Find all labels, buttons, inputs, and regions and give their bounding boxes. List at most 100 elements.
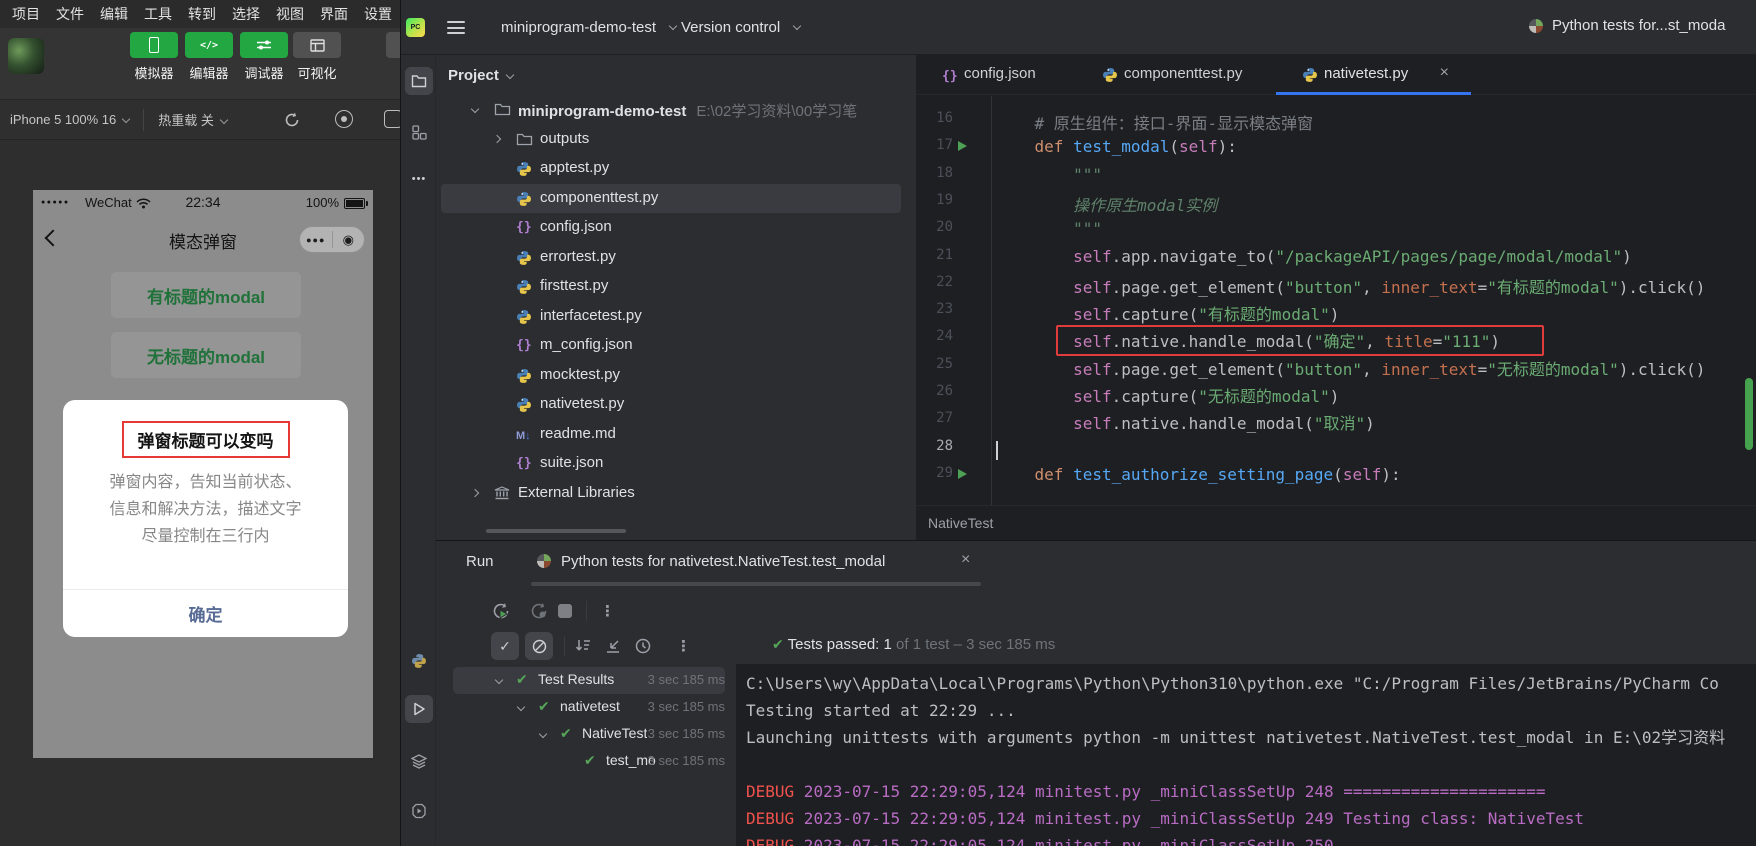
- vcs-widget[interactable]: Version control: [681, 19, 802, 36]
- run-toolwindow-button[interactable]: [405, 695, 433, 723]
- toolbar-button-partial[interactable]: [386, 32, 400, 58]
- tree-item-firsttest.py[interactable]: firsttest.py: [436, 272, 916, 301]
- toolbar-button-模拟器[interactable]: 模拟器: [130, 32, 178, 82]
- toolbar-button-编辑器[interactable]: </> 编辑器: [185, 32, 233, 82]
- modal-without-title-button[interactable]: 无标题的modal: [111, 332, 301, 378]
- show-passed-toggle[interactable]: ✓: [491, 632, 519, 660]
- code-token: .native.handle_modal(: [1111, 414, 1314, 434]
- code-token: ): [1622, 246, 1632, 266]
- more-toolwindows-button[interactable]: •••: [405, 165, 433, 193]
- menu-item-转到[interactable]: 转到: [188, 4, 216, 24]
- expand-collapse-icon[interactable]: [604, 637, 624, 657]
- editor-scrollbar-thumb[interactable]: [1745, 378, 1753, 450]
- more-icon[interactable]: ●●●: [300, 235, 332, 245]
- tree-item-suite.json[interactable]: {} suite.json: [436, 449, 916, 478]
- menu-item-编辑[interactable]: 编辑: [100, 4, 128, 24]
- tree-collapse-icon[interactable]: [470, 488, 480, 497]
- tree-item-label: nativetest.py: [540, 395, 625, 412]
- run-line-icon[interactable]: [958, 468, 967, 479]
- run-configuration-selector[interactable]: Python tests for...st_moda: [1528, 17, 1756, 34]
- menu-item-工具[interactable]: 工具: [144, 4, 172, 24]
- editor-tab-componenttest.py[interactable]: componenttest.py: [1076, 55, 1276, 95]
- capsule-menu[interactable]: ●●● ◉: [299, 226, 365, 253]
- menu-item-设置[interactable]: 设置: [364, 4, 392, 24]
- tree-item-config.json[interactable]: {} config.json: [436, 213, 916, 242]
- tree-item-miniprogram-demo-test[interactable]: miniprogram-demo-test E:\02学习资料\00学习笔: [436, 95, 916, 124]
- test-tree-item-NativeTest[interactable]: ✔ NativeTest 3 sec 185 ms: [436, 721, 766, 748]
- menu-item-选择[interactable]: 选择: [232, 4, 260, 24]
- run-tab-label[interactable]: Python tests for nativetest.NativeTest.t…: [561, 553, 885, 570]
- project-panel-header[interactable]: Project: [436, 55, 916, 95]
- hot-reload-selector[interactable]: 热重载 关: [158, 110, 229, 129]
- stop-button[interactable]: [558, 604, 572, 618]
- tree-item-interfacetest.py[interactable]: interfacetest.py: [436, 302, 916, 331]
- tree-item-errortest.py[interactable]: errortest.py: [436, 243, 916, 272]
- project-toolwindow-button[interactable]: [405, 67, 433, 95]
- profiler-toolwindow-button[interactable]: [405, 797, 433, 825]
- test-tree-item-nativetest[interactable]: ✔ nativetest 3 sec 185 ms: [436, 694, 766, 721]
- breadcrumb[interactable]: NativeTest: [916, 505, 1756, 540]
- toolbar-button-可视化[interactable]: 可视化: [293, 32, 341, 82]
- history-clock-icon[interactable]: [634, 637, 654, 657]
- run-panel: Run Python tests for nativetest.NativeTe…: [436, 540, 1756, 846]
- main-menu-icon[interactable]: [447, 21, 465, 34]
- gutter-line-number: 22: [936, 273, 953, 290]
- more-actions-icon[interactable]: ⋮: [600, 602, 615, 620]
- menu-item-界面[interactable]: 界面: [320, 4, 348, 24]
- tree-expand-icon[interactable]: [538, 729, 548, 739]
- rerun-failed-button[interactable]: [529, 601, 549, 621]
- menu-item-视图[interactable]: 视图: [276, 4, 304, 24]
- avatar[interactable]: [8, 38, 44, 74]
- sort-icon[interactable]: [574, 637, 594, 657]
- test-tree-item-test_modal[interactable]: ✔test_modal3 sec 185 ms: [436, 748, 766, 775]
- python-packages-button[interactable]: [405, 647, 433, 675]
- code-token: "无标题的modal": [1487, 359, 1619, 379]
- tree-item-componenttest.py[interactable]: componenttest.py: [436, 183, 916, 213]
- tree-expand-icon[interactable]: [516, 702, 526, 712]
- structure-toolwindow-button[interactable]: [405, 118, 433, 146]
- tree-item-apptest.py[interactable]: apptest.py: [436, 154, 916, 183]
- folder-icon: [516, 132, 533, 147]
- modal-confirm-button[interactable]: 确定: [63, 589, 348, 637]
- toolbar-button-调试器[interactable]: 调试器: [240, 32, 288, 82]
- run-console[interactable]: C:\Users\wy\AppData\Local\Programs\Pytho…: [736, 664, 1756, 846]
- partial-icon: [386, 32, 400, 58]
- tree-item-readme.md[interactable]: M↓ readme.md: [436, 420, 916, 449]
- horizontal-scrollbar[interactable]: [486, 529, 626, 533]
- menu-item-项目[interactable]: 项目: [12, 4, 40, 24]
- more-options-icon[interactable]: ⋮: [676, 637, 691, 655]
- code-line-16: # 原生组件：接口-界面-显示模态弹窗: [996, 110, 1314, 134]
- test-tree-item-Test Results[interactable]: ✔ Test Results 3 sec 185 ms: [436, 667, 766, 694]
- menu-item-文件[interactable]: 文件: [56, 4, 84, 24]
- screenshot-icon[interactable]: [384, 110, 400, 128]
- tree-item-outputs[interactable]: outputs: [436, 125, 916, 154]
- tab-scrollbar[interactable]: [531, 582, 981, 586]
- show-ignored-toggle[interactable]: [525, 632, 553, 660]
- close-circle-icon[interactable]: ◉: [332, 232, 364, 248]
- code-token: # 原生组件：接口-界面-显示模态弹窗: [996, 114, 1314, 133]
- tree-item-mocktest.py[interactable]: mocktest.py: [436, 361, 916, 390]
- tree-item-nativetest.py[interactable]: nativetest.py: [436, 390, 916, 419]
- record-icon[interactable]: [335, 110, 353, 128]
- refresh-icon[interactable]: [283, 111, 301, 129]
- tree-item-External Libraries[interactable]: External Libraries: [436, 479, 916, 508]
- toolbar-button-label: 模拟器: [134, 66, 174, 81]
- battery-percent: 100%: [305, 195, 339, 210]
- editor-tab-config.json[interactable]: {} config.json: [916, 55, 1076, 95]
- tree-collapse-icon[interactable]: [492, 134, 502, 143]
- close-icon[interactable]: ×: [1440, 64, 1449, 82]
- device-selector[interactable]: iPhone 5 100% 16: [10, 112, 131, 127]
- modal-with-title-button[interactable]: 有标题的modal: [111, 272, 301, 318]
- editor-tab-nativetest.py[interactable]: nativetest.py ×: [1276, 55, 1471, 95]
- project-selector[interactable]: miniprogram-demo-test: [501, 19, 678, 36]
- tree-expand-icon[interactable]: [470, 104, 480, 114]
- chevron-down-icon: [122, 114, 131, 124]
- run-line-icon[interactable]: [958, 141, 967, 152]
- rerun-button[interactable]: [491, 601, 511, 621]
- close-icon[interactable]: ×: [961, 551, 970, 569]
- structure-icon: [411, 124, 427, 140]
- services-toolwindow-button[interactable]: [405, 747, 433, 775]
- code-line-18: """: [996, 165, 1102, 184]
- tree-item-m_config.json[interactable]: {} m_config.json: [436, 331, 916, 360]
